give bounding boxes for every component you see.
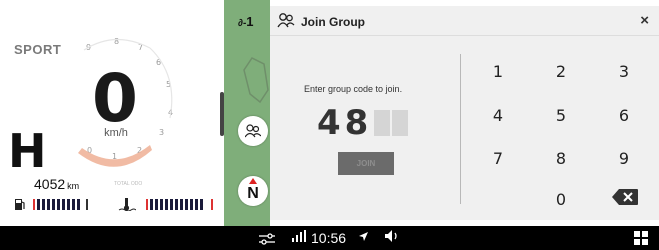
group-code-prompt: Enter group code to join. — [304, 84, 403, 94]
compass-button[interactable]: N — [238, 176, 268, 206]
compass-label: N — [247, 185, 259, 202]
status-bar: 10:56 — [0, 226, 659, 250]
keypad-key-8[interactable]: 8 — [549, 149, 573, 168]
map-view[interactable]: ∂‑1 N — [224, 0, 270, 226]
join-group-dialog: Join Group × Enter group code to join. 4… — [270, 6, 659, 220]
keypad-key-2[interactable]: 2 — [549, 62, 573, 81]
coolant-temp-bar — [146, 199, 213, 210]
group-members-button[interactable] — [238, 116, 268, 146]
close-button[interactable]: × — [640, 12, 649, 29]
volume-icon[interactable] — [384, 229, 400, 246]
keypad-key-7[interactable]: 7 — [486, 149, 510, 168]
odometer: 4052 km — [34, 176, 79, 192]
keypad-key-9[interactable]: 9 — [612, 149, 636, 168]
group-code-field[interactable]: 4 8 — [317, 103, 409, 143]
sliders-icon[interactable] — [259, 232, 275, 250]
keypad-key-4[interactable]: 4 — [486, 106, 510, 125]
signal-bars-icon — [292, 230, 306, 245]
clock: 10:56 — [311, 230, 347, 246]
keypad-key-1[interactable]: 1 — [486, 62, 510, 81]
code-digit: 4 — [317, 103, 342, 143]
keypad-key-6[interactable]: 6 — [612, 106, 636, 125]
odometer-unit: km — [67, 181, 80, 191]
code-digit: 8 — [344, 103, 370, 143]
speed-readout: 0 — [92, 60, 138, 137]
people-icon — [245, 124, 261, 138]
fuel-level-bar — [33, 199, 88, 210]
instrument-cluster: SPORT 9 8 7 6 5 4 3 2 1 0 0 km/h H 4052 k… — [0, 0, 224, 226]
odometer-value: 4052 — [34, 176, 66, 192]
location-arrow-icon — [358, 231, 369, 245]
fuel-pump-icon — [14, 198, 26, 214]
odometer-label: TOTAL ODO — [114, 181, 143, 187]
compass-arrow-icon — [249, 178, 257, 184]
keypad-key-3[interactable]: 3 — [612, 62, 636, 81]
code-empty-slot — [374, 110, 391, 136]
backspace-button[interactable] — [611, 188, 639, 206]
backspace-icon — [612, 189, 638, 205]
gear-indicator: H — [8, 124, 47, 178]
keypad-divider — [460, 54, 461, 204]
people-icon — [277, 12, 295, 33]
join-button[interactable]: JOIN — [338, 152, 394, 175]
keypad-key-0[interactable]: 0 — [549, 190, 573, 209]
code-empty-slot — [392, 110, 409, 136]
speed-unit: km/h — [104, 127, 128, 139]
keypad-key-5[interactable]: 5 — [549, 106, 573, 125]
coolant-temp-icon — [118, 197, 137, 214]
grid-icon[interactable] — [634, 231, 648, 245]
dialog-header: Join Group × — [270, 6, 659, 36]
dialog-title: Join Group — [301, 15, 365, 29]
